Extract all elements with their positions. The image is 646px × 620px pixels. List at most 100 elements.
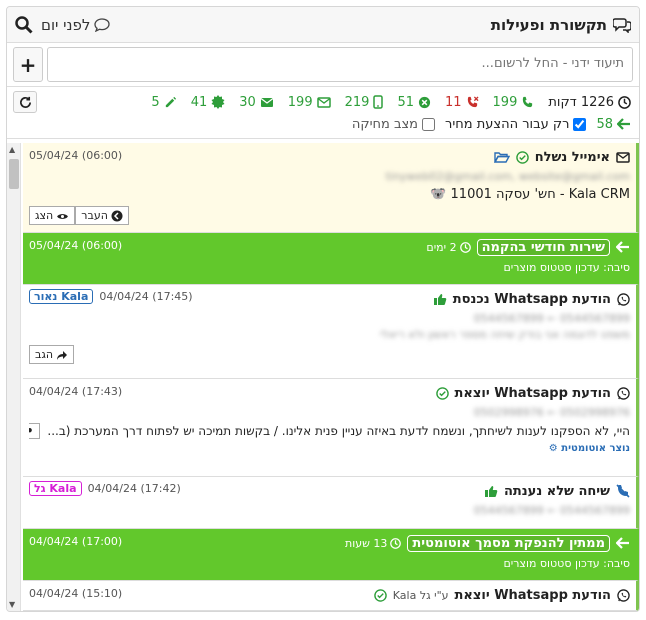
list-item-whatsapp-outgoing[interactable]: הודעת Whatsapp יוצאת 04/04/24 (17:43) 05… <box>23 379 639 477</box>
item-title: אימייל נשלח <box>534 149 610 165</box>
delete-mode-label: מצב מחיקה <box>351 116 418 132</box>
item-title: שירות חודשי בהקמה <box>476 238 610 256</box>
move-button-label: העבר <box>81 209 108 222</box>
item-recipients: tinyweb02@gmail.com, website@gmail.com <box>385 170 630 183</box>
comments-icon <box>613 16 631 34</box>
stat-envelopes-value: 30 <box>239 94 256 110</box>
item-date: 04/04/24 (17:00) <box>29 535 123 548</box>
stat-calls[interactable]: 199 <box>493 95 535 110</box>
envelope-outline-icon <box>616 150 630 165</box>
refresh-icon <box>19 95 32 109</box>
last-activity-text: לפני יום <box>41 15 91 34</box>
item-message: היי, לא הספקנו לענות לשיחתך, ונשמח לדעת … <box>29 423 630 439</box>
panel-header: תקשורת ופעילות לפני יום <box>7 7 639 43</box>
mobile-icon <box>373 95 384 110</box>
reply-button[interactable]: הגב <box>29 345 75 364</box>
share-icon <box>56 348 68 361</box>
refresh-button[interactable] <box>13 91 37 113</box>
item-author: ע"י גל Kala <box>392 588 449 602</box>
whatsapp-icon <box>617 386 630 401</box>
stat-emails-value: 199 <box>287 94 313 110</box>
item-title: ממתין להנפקת מסמך אוטומטית <box>407 534 610 552</box>
more-button[interactable]: ••• <box>29 423 40 439</box>
item-duration-text: 13 שעות <box>345 536 388 550</box>
arrow-left-icon <box>617 117 631 132</box>
item-title: הודעת Whatsapp נכנסת <box>452 291 611 307</box>
clock-icon <box>618 95 631 110</box>
scrollbar-thumb[interactable] <box>9 159 19 189</box>
reply-button-label: הגב <box>35 348 54 361</box>
item-duration: 2 ימים <box>426 240 471 254</box>
envelope-outline-icon <box>316 95 331 110</box>
stat-rejected[interactable]: 51 <box>397 95 431 110</box>
item-date: 04/04/24 (17:43) <box>29 385 123 398</box>
comment-icon <box>94 16 111 34</box>
note-entry: + <box>7 43 639 87</box>
item-duration-text: 2 ימים <box>426 240 457 254</box>
thumbs-up-icon <box>433 292 447 307</box>
item-title: הודעת Whatsapp יוצאת <box>454 587 611 603</box>
show-button-label: הצג <box>35 209 54 222</box>
stat-forward-value: 58 <box>596 116 613 132</box>
item-reason: סיבה: עדכון סטטוס מוצרים <box>503 261 630 274</box>
show-button[interactable]: הצג <box>29 206 76 225</box>
certificate-icon <box>211 95 225 110</box>
only-quote-checkbox[interactable] <box>573 117 587 131</box>
item-reason: סיבה: עדכון סטטוס מוצרים <box>503 557 630 570</box>
item-title: שיחה שלא נענתה <box>503 483 610 499</box>
stat-missed-value: 11 <box>444 94 462 110</box>
activity-panel: תקשורת ופעילות לפני יום + 1226 דקות <box>6 6 640 612</box>
koala-icon: 🐨 <box>430 187 447 202</box>
list-item-whatsapp-incoming[interactable]: הודעת Whatsapp נכנסת נאור Kala 04/04/24 … <box>23 285 639 379</box>
stat-notes[interactable]: 5 <box>151 95 176 110</box>
cogs-icon: ⚙ <box>548 443 558 454</box>
clock-icon <box>390 537 402 550</box>
item-title: הודעת Whatsapp יוצאת <box>454 385 611 401</box>
item-date-wrap: נאור Kala 04/04/24 (17:45) <box>29 289 193 304</box>
list-item-awaiting-document[interactable]: ממתין להנפקת מסמך אוטומטית 13 שעות 04/04… <box>23 529 639 581</box>
add-note-button[interactable]: + <box>13 47 43 82</box>
only-quote-filter[interactable]: רק עבור ההצעת מחיר <box>445 117 587 132</box>
scroll-down-icon[interactable]: ▼ <box>9 600 15 609</box>
times-circle-icon <box>418 95 431 110</box>
feed-items: אימייל נשלח 05/04/24 (06:00) tinyweb02@g… <box>23 143 639 611</box>
list-item-email-sent[interactable]: אימייל נשלח 05/04/24 (06:00) tinyweb02@g… <box>23 143 639 233</box>
whatsapp-icon <box>617 292 630 307</box>
stat-seals-value: 41 <box>190 94 208 110</box>
whatsapp-icon <box>617 588 630 603</box>
folder-open-icon[interactable] <box>493 150 510 165</box>
stat-emails[interactable]: 199 <box>288 95 331 110</box>
item-duration: 13 שעות <box>345 536 402 550</box>
item-date: 05/04/24 (06:00) <box>29 149 123 162</box>
stat-mobile[interactable]: 219 <box>345 95 384 110</box>
delete-mode-filter[interactable]: מצב מחיקה <box>352 117 435 132</box>
list-item-monthly-service[interactable]: שירות חודשי בהקמה 2 ימים 05/04/24 (06:00… <box>23 233 639 285</box>
missed-call-icon <box>466 95 479 110</box>
list-item-whatsapp-outgoing-by[interactable]: הודעת Whatsapp יוצאת ע"י גל Kala 04/04/2… <box>23 581 639 611</box>
feed-scrollbar[interactable]: ▲ ▼ <box>7 143 21 611</box>
item-message: משפט לדוגמה אני בודק שיחה מספר ראשון ולא… <box>379 328 630 341</box>
list-item-missed-call[interactable]: שיחה שלא נענתה גל Kala 04/04/24 (17:42) … <box>23 477 639 529</box>
pencil-icon <box>164 95 177 110</box>
scroll-up-icon[interactable]: ▲ <box>9 145 15 154</box>
phone-icon <box>521 95 534 110</box>
check-circle-icon <box>515 150 529 165</box>
activity-feed: ▲ ▼ אימייל נשלח 05/04/24 (06:00) tinyweb… <box>7 143 639 611</box>
auto-created-text: נוצר אוטומטית <box>561 443 630 454</box>
item-numbers: 0544567899 ← 0544567899 <box>473 504 630 517</box>
stat-missed[interactable]: 11 <box>445 95 479 110</box>
stat-envelopes[interactable]: 30 <box>239 95 274 110</box>
item-numbers: 0544567899 ← 0544567899 <box>473 312 630 325</box>
check-circle-icon <box>374 588 387 603</box>
user-badge: גל Kala <box>29 481 82 496</box>
move-button[interactable]: העבר <box>75 206 129 225</box>
auto-created: נוצר אוטומטית ⚙ <box>29 443 630 454</box>
item-numbers: 0502998976 ← 0502998976 <box>473 406 630 419</box>
delete-mode-checkbox[interactable] <box>422 117 435 131</box>
stat-minutes: 1226 דקות <box>548 95 631 110</box>
stat-mobile-value: 219 <box>344 94 370 110</box>
search-icon[interactable] <box>15 15 33 34</box>
stat-seals[interactable]: 41 <box>191 95 226 110</box>
note-input[interactable] <box>47 47 633 82</box>
stat-forward[interactable]: 58 <box>596 117 631 132</box>
